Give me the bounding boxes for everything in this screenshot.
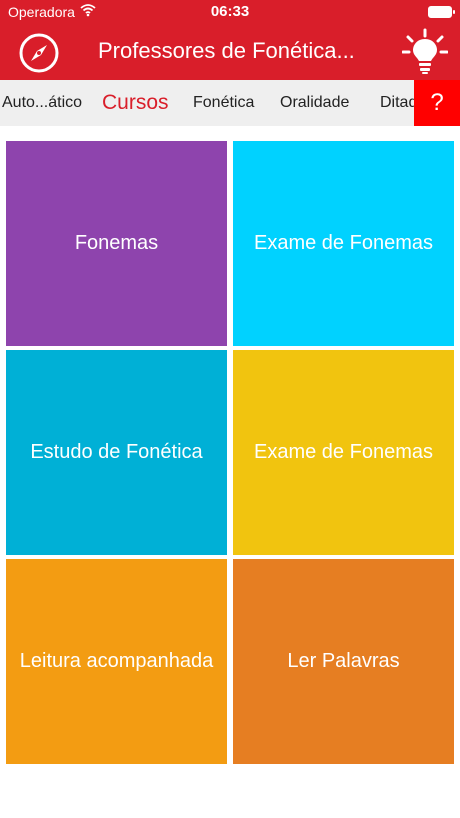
tile-estudo-de-fonetica[interactable]: Estudo de Fonética (6, 350, 227, 555)
tab-bar: Auto...ático Cursos Fonética Oralidade D… (0, 80, 460, 126)
tab-oralidade[interactable]: Oralidade (280, 80, 349, 126)
tab-cursos[interactable]: Cursos (102, 80, 169, 126)
clock: 06:33 (210, 3, 250, 20)
tab-fonetica[interactable]: Fonética (193, 80, 254, 126)
tile-exame-de-fonemas[interactable]: Exame de Fonemas (233, 141, 454, 346)
tile-fonemas[interactable]: Fonemas (6, 141, 227, 346)
help-button[interactable]: ? (414, 80, 460, 126)
tile-ler-palavras[interactable]: Ler Palavras (233, 559, 454, 764)
nav-bar: Professores de Fonética... (0, 24, 460, 80)
tile-exame-de-fonemas-2[interactable]: Exame de Fonemas (233, 350, 454, 555)
page-title: Professores de Fonética... (98, 38, 355, 63)
status-bar: Operadora 06:33 (0, 0, 460, 24)
battery-icon (428, 6, 455, 18)
tile-leitura-acompanhada[interactable]: Leitura acompanhada (6, 559, 227, 764)
tab-ditado[interactable]: Ditad (380, 80, 417, 126)
tab-automatico[interactable]: Auto...ático (2, 80, 82, 126)
compass-icon[interactable] (18, 32, 60, 74)
lightbulb-icon[interactable] (401, 28, 449, 76)
